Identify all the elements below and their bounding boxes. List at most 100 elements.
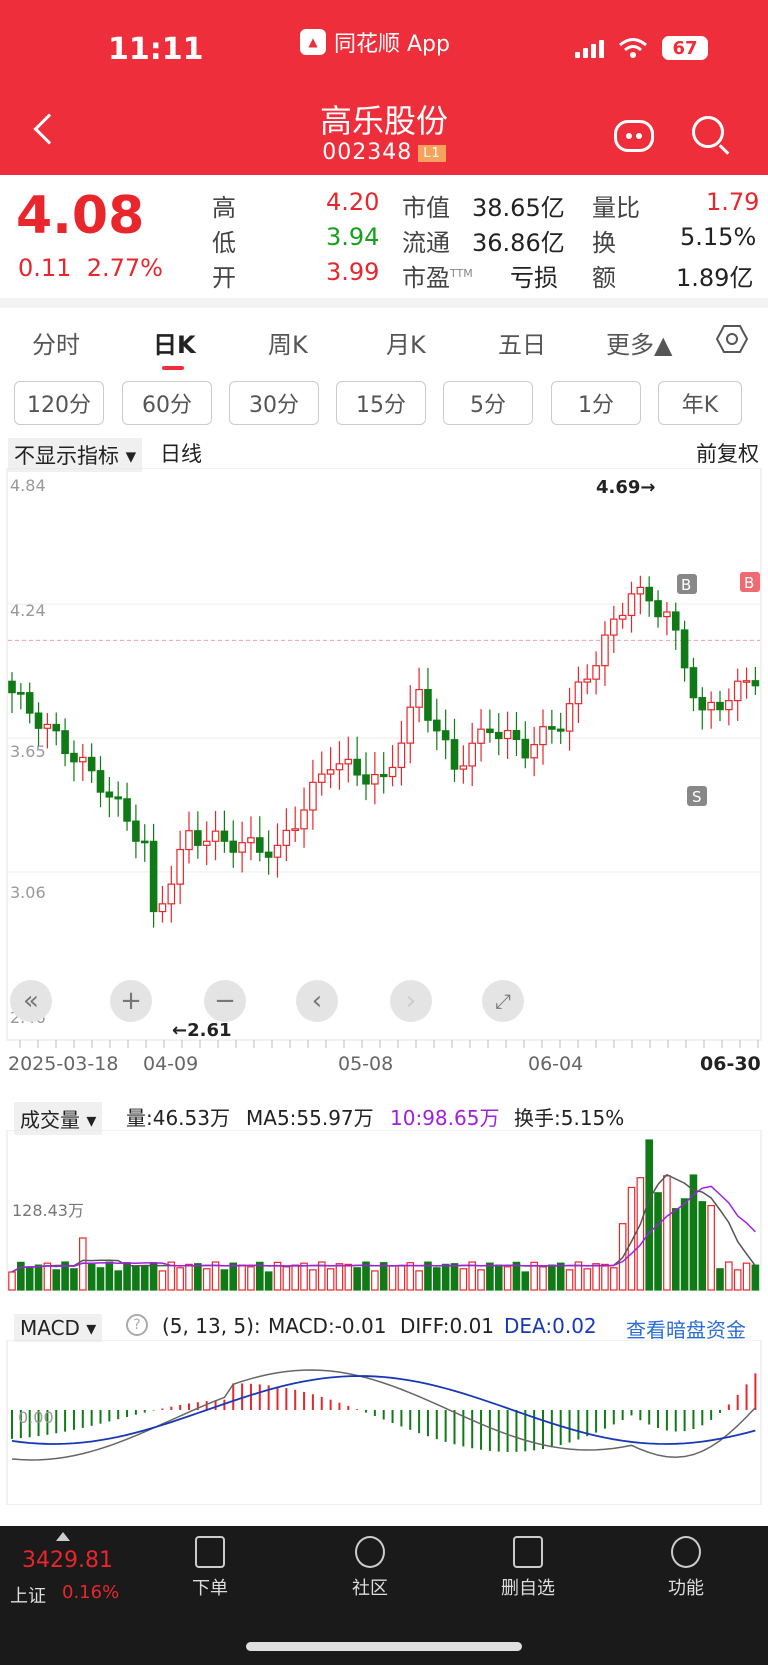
float-label: 流通	[402, 229, 450, 257]
document-icon	[195, 1536, 225, 1568]
tab-3[interactable]: 月K	[386, 325, 426, 360]
vr-value: 1.79	[706, 188, 760, 216]
status-time: 11:11	[108, 32, 204, 67]
svg-text:S: S	[692, 788, 702, 806]
arrow-up-icon	[56, 1532, 70, 1541]
index-value[interactable]: 3429.81	[22, 1548, 113, 1573]
tab-1[interactable]: 日K	[153, 325, 196, 360]
zoom-in-icon[interactable]: +	[110, 980, 152, 1022]
y-tick: 3.06	[10, 883, 46, 902]
turnover-label: 换	[592, 229, 616, 257]
low-label: 低	[212, 229, 236, 257]
status-right: 67	[575, 36, 708, 60]
prev-icon[interactable]: ‹	[296, 980, 338, 1022]
amount-label: 额	[592, 264, 616, 292]
date-label: 06-30	[700, 1053, 761, 1075]
open-value: 3.99	[326, 258, 380, 286]
community-label: 社区	[352, 1578, 388, 1599]
volume-value: 量:46.53万	[126, 1106, 230, 1130]
y-tick: 4.84	[10, 476, 46, 495]
tab-2[interactable]: 周K	[268, 325, 308, 360]
change-percent: 2.77%	[86, 254, 163, 282]
fullscreen-icon[interactable]: ⤢	[482, 980, 524, 1022]
kline-chart[interactable]: B B S	[0, 468, 768, 1048]
watchlist-label: 删自选	[501, 1578, 555, 1599]
order-label: 下单	[192, 1578, 228, 1599]
pe-label-text: 市盈	[402, 264, 450, 292]
macd-zero: 0.00	[18, 1408, 54, 1427]
volume-ma5: MA5:55.97万	[246, 1106, 374, 1130]
divider	[0, 298, 768, 308]
date-label: 04-09	[143, 1053, 199, 1075]
shrink-icon[interactable]: «	[10, 980, 52, 1022]
signal-icon	[575, 38, 604, 58]
robot-icon[interactable]	[614, 120, 654, 152]
period-button-4[interactable]: 5分	[443, 381, 533, 425]
high-label: 高	[212, 194, 236, 222]
macd-params: (5, 13, 5):	[162, 1314, 261, 1338]
zoom-out-icon[interactable]: −	[204, 980, 246, 1022]
low-marker: ←2.61	[172, 1020, 232, 1041]
mcap-label: 市值	[402, 194, 450, 222]
date-label: 06-04	[528, 1053, 584, 1075]
app-header: 11:11 ▲ 同花顺 App 67 高乐股份 002348 L1	[0, 0, 768, 175]
float-value: 36.86亿	[472, 229, 565, 257]
low-value: 3.94	[326, 223, 380, 251]
tab-0[interactable]: 分时	[32, 325, 80, 360]
help-icon[interactable]: ?	[126, 1314, 148, 1336]
macd-value: MACD:-0.01	[268, 1314, 387, 1338]
search-icon[interactable]	[692, 116, 724, 148]
volume-ytick: 128.43万	[12, 1201, 84, 1220]
vr-label: 量比	[592, 194, 640, 222]
index-pct: 0.16%	[62, 1582, 120, 1603]
function-button[interactable]: 功能	[646, 1536, 726, 1600]
pe-value: 亏损	[510, 264, 558, 292]
svg-text:B: B	[744, 574, 754, 592]
macd-select[interactable]: MACD ▾	[14, 1314, 103, 1342]
tab-5[interactable]: 更多▲	[606, 325, 672, 360]
index-name: 上证	[10, 1586, 46, 1607]
period-button-6[interactable]: 年K	[658, 381, 742, 425]
pe-ttm: TTM	[450, 267, 473, 280]
settings-icon[interactable]	[716, 324, 748, 354]
community-button[interactable]: 社区	[330, 1536, 410, 1600]
menu-icon	[671, 1536, 701, 1568]
period-button-5[interactable]: 1分	[551, 381, 641, 425]
macd-diff: DIFF:0.01	[400, 1314, 495, 1338]
watchlist-button[interactable]: 删自选	[488, 1536, 568, 1600]
status-app: ▲ 同花顺 App	[300, 26, 450, 58]
amount-value: 1.89亿	[676, 264, 754, 292]
status-app-name: 同花顺 App	[334, 32, 450, 57]
period-button-0[interactable]: 120分	[14, 381, 104, 425]
wifi-icon	[619, 38, 647, 58]
function-label: 功能	[668, 1578, 704, 1599]
pe-label: 市盈TTM	[402, 258, 473, 293]
stock-code: 002348 L1	[0, 140, 768, 165]
home-indicator[interactable]	[246, 1642, 522, 1651]
tab-underline	[162, 366, 184, 370]
order-button[interactable]: 下单	[170, 1536, 250, 1600]
period-button-3[interactable]: 15分	[336, 381, 426, 425]
period-button-1[interactable]: 60分	[122, 381, 212, 425]
app-logo-icon: ▲	[300, 29, 326, 55]
star-icon	[355, 1536, 385, 1568]
period-button-2[interactable]: 30分	[229, 381, 319, 425]
svg-text:B: B	[681, 576, 691, 594]
y-tick: 4.24	[10, 601, 46, 620]
volume-turnover: 换手:5.15%	[514, 1106, 625, 1130]
adjust-mode[interactable]: 前复权	[696, 438, 759, 468]
dark-pool-link[interactable]: 查看暗盘资金	[626, 1314, 746, 1343]
battery-icon: 67	[662, 36, 708, 60]
high-marker: 4.69→	[596, 477, 656, 498]
macd-dea: DEA:0.02	[504, 1314, 597, 1338]
change-value: 0.11	[18, 254, 72, 282]
macd-chart[interactable]	[0, 1340, 768, 1505]
indicator-select[interactable]: 不显示指标 ▾	[8, 438, 143, 472]
tab-4[interactable]: 五日	[498, 325, 546, 360]
volume-chart[interactable]	[0, 1130, 768, 1294]
y-tick: 3.65	[10, 742, 46, 761]
next-icon[interactable]: ›	[390, 980, 432, 1022]
line-type: 日线	[160, 442, 202, 466]
date-label: 2025-03-18	[8, 1053, 119, 1075]
high-value: 4.20	[326, 188, 380, 216]
